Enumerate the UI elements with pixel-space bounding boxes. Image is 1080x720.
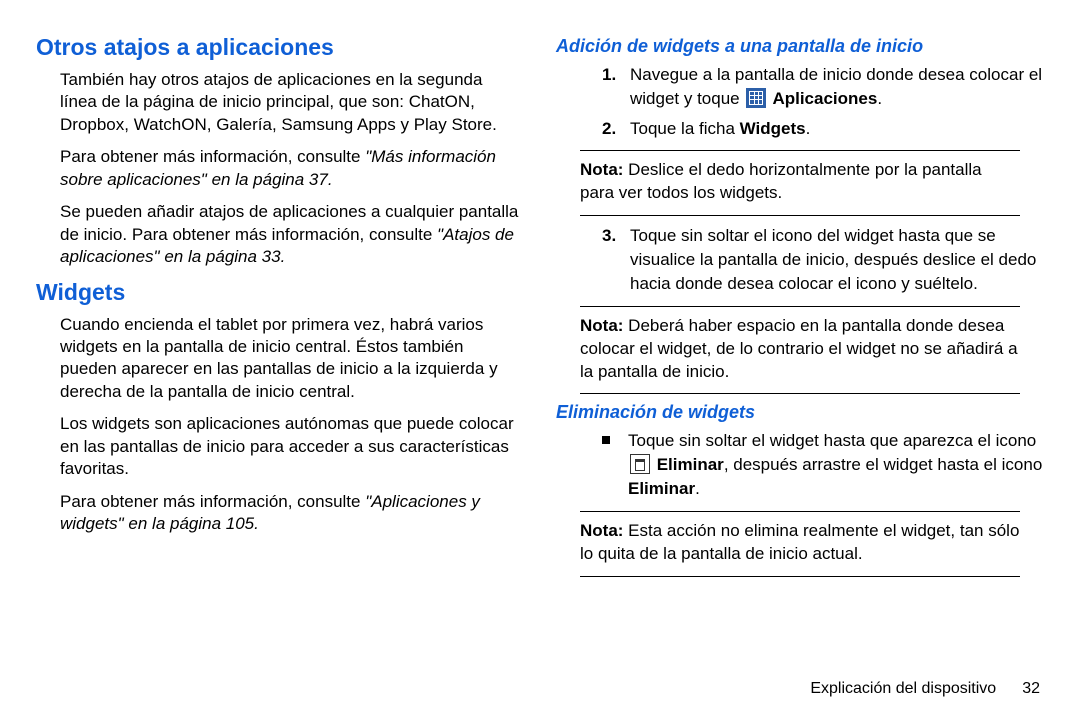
text: en la página 33. (160, 247, 286, 266)
text: Toque sin soltar el widget hasta que apa… (628, 431, 1036, 450)
bullet-text: Toque sin soltar el widget hasta que apa… (628, 429, 1044, 500)
step-text: Toque sin soltar el icono del widget has… (630, 224, 1044, 295)
text: . (806, 119, 811, 138)
heading-widgets: Widgets (36, 279, 524, 306)
note-label: Nota: (580, 160, 623, 179)
divider (580, 150, 1020, 151)
divider (580, 215, 1020, 216)
list-item: 3. Toque sin soltar el icono del widget … (602, 224, 1044, 295)
text: en la página 105. (124, 514, 259, 533)
paragraph: Para obtener más información, consulte "… (60, 491, 524, 536)
note-text: Deslice el dedo horizontalmente por la p… (580, 160, 982, 202)
paragraph: También hay otros atajos de aplicaciones… (60, 69, 524, 136)
paragraph: Los widgets son aplicaciones autónomas q… (60, 413, 524, 480)
note-label: Nota: (580, 521, 623, 540)
list-item: 2. Toque la ficha Widgets. (602, 117, 1044, 141)
divider (580, 511, 1020, 512)
text: en la página 37. (207, 170, 333, 189)
text-bold: Eliminar (628, 479, 695, 498)
list-item: 1. Navegue a la pantalla de inicio donde… (602, 63, 1044, 111)
paragraph: Cuando encienda el tablet por primera ve… (60, 314, 524, 404)
paragraph: Se pueden añadir atajos de aplicaciones … (60, 201, 524, 268)
divider (580, 393, 1020, 394)
apps-grid-icon (746, 88, 766, 108)
text-bold: Eliminar (652, 455, 724, 474)
ordered-list: 1. Navegue a la pantalla de inicio donde… (602, 63, 1044, 140)
left-column: Otros atajos a aplicaciones También hay … (20, 30, 540, 700)
step-number: 3. (602, 224, 630, 295)
trash-icon (630, 454, 650, 474)
paragraph: Para obtener más información, consulte "… (60, 146, 524, 191)
manual-page: Otros atajos a aplicaciones También hay … (0, 0, 1080, 720)
divider (580, 576, 1020, 577)
heading-remove-widgets: Eliminación de widgets (556, 402, 1044, 423)
step-number: 1. (602, 63, 630, 111)
step-number: 2. (602, 117, 630, 141)
bullet-item: Toque sin soltar el widget hasta que apa… (602, 429, 1044, 500)
text: Para obtener más información, consulte (60, 492, 365, 511)
heading-otros-atajos: Otros atajos a aplicaciones (36, 34, 524, 61)
text-bold: Widgets (740, 119, 806, 138)
text: . (695, 479, 700, 498)
heading-add-widgets: Adición de widgets a una pantalla de ini… (556, 36, 1044, 57)
footer-section: Explicación del dispositivo (810, 680, 996, 697)
right-column: Adición de widgets a una pantalla de ini… (540, 30, 1060, 700)
divider (580, 306, 1020, 307)
note-text: Deberá haber espacio en la pantalla dond… (580, 316, 1018, 381)
text: Para obtener más información, consulte (60, 147, 365, 166)
text: . (877, 89, 882, 108)
ordered-list: 3. Toque sin soltar el icono del widget … (602, 224, 1044, 295)
bullet-square-icon (602, 436, 610, 444)
text-bold: Aplicaciones (768, 89, 877, 108)
step-text: Toque la ficha Widgets. (630, 117, 1044, 141)
note: Nota: Esta acción no elimina realmente e… (580, 520, 1020, 566)
page-number: 32 (1022, 680, 1040, 697)
note-label: Nota: (580, 316, 623, 335)
page-footer: Explicación del dispositivo 32 (810, 680, 1040, 698)
note: Nota: Deslice el dedo horizontalmente po… (580, 159, 1020, 205)
text: , después arrastre el widget hasta el ic… (724, 455, 1042, 474)
step-text: Navegue a la pantalla de inicio donde de… (630, 63, 1044, 111)
text: Toque la ficha (630, 119, 740, 138)
note-text: Esta acción no elimina realmente el widg… (580, 521, 1019, 563)
note: Nota: Deberá haber espacio en la pantall… (580, 315, 1020, 384)
